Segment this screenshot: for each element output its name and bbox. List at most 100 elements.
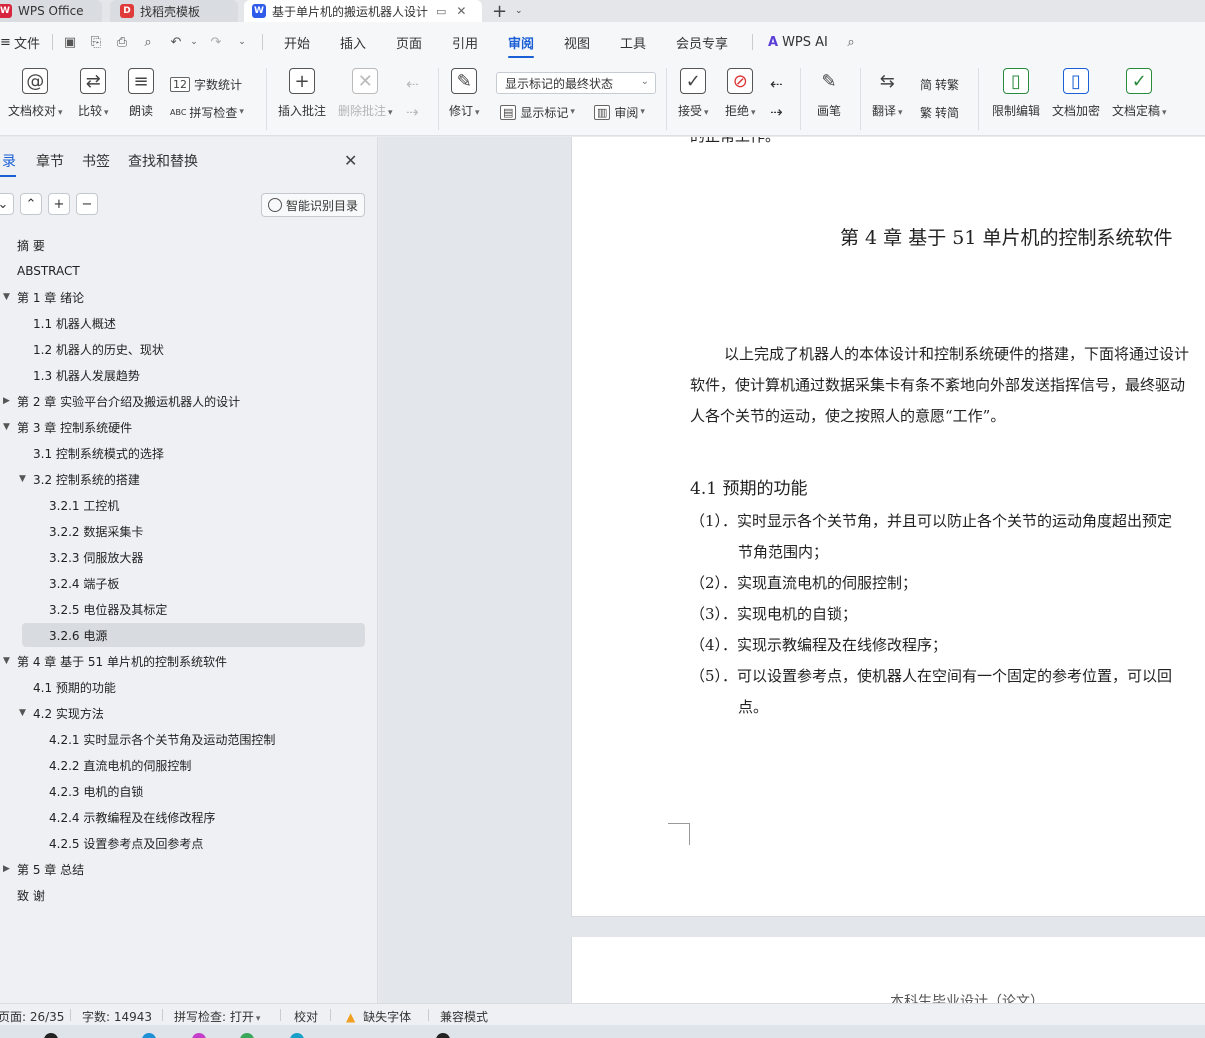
tab-chapters[interactable]: 章节 xyxy=(36,151,64,171)
toc-item[interactable]: ▼ 第 3 章 控制系统硬件 xyxy=(0,415,378,439)
caret-down-icon[interactable]: ▼ xyxy=(3,292,10,302)
reject-button[interactable]: ⊘ 拒绝 ▾ xyxy=(725,68,756,119)
doc-proof-button[interactable]: @ 文档校对 ▾ xyxy=(8,68,63,119)
missing-font-indicator[interactable]: ▲ 缺失字体 xyxy=(346,1008,411,1025)
new-tab-button[interactable]: + xyxy=(492,0,507,22)
taskbar-app-icon[interactable] xyxy=(436,1033,450,1038)
taskbar-app-icon[interactable] xyxy=(290,1033,304,1038)
hamburger-icon[interactable]: ≡ xyxy=(0,22,11,62)
toc-item[interactable]: 1.1 机器人概述 xyxy=(0,311,378,335)
menu-file[interactable]: 文件 xyxy=(14,22,40,62)
review-pane-button[interactable]: ▥ 审阅 ▾ xyxy=(594,102,645,122)
undo-icon[interactable]: ↶ xyxy=(168,34,184,50)
tab-wps-office[interactable]: W WPS Office xyxy=(0,0,102,22)
accept-button[interactable]: ✓ 接受 ▾ xyxy=(678,68,709,119)
toc-item[interactable]: 1.2 机器人的历史、现状 xyxy=(0,337,378,361)
delete-comment-button[interactable]: ✕ 删除批注 ▾ xyxy=(338,68,393,119)
toc-item[interactable]: 3.2.4 端子板 xyxy=(0,571,378,595)
chevron-down-icon[interactable]: ⌄ xyxy=(234,34,250,50)
export-icon[interactable]: ⎘ xyxy=(88,34,104,50)
to-traditional-button[interactable]: 简 转繁 xyxy=(920,74,959,94)
document-area[interactable]: 的正常工作。 第 4 章 基于 51 单片机的控制系统软件 以上完成了机器人的本… xyxy=(379,137,1205,1003)
toc-item[interactable]: 1.3 机器人发展趋势 xyxy=(0,363,378,387)
insert-comment-button[interactable]: + 插入批注 xyxy=(278,68,326,119)
toc-item[interactable]: 摘 要 xyxy=(0,233,378,257)
toc-item[interactable]: ▶ 第 2 章 实验平台介绍及搬运机器人的设计 xyxy=(0,389,378,413)
compare-button[interactable]: ⇄ 比较 ▾ xyxy=(78,68,109,119)
expand-icon[interactable]: ⌄ xyxy=(0,193,14,215)
spell-check-indicator[interactable]: 拼写检查: 打开 ▾ xyxy=(174,1008,260,1025)
redo-icon[interactable]: ↷ xyxy=(208,34,224,50)
chevron-down-icon[interactable]: ⌄ xyxy=(186,34,202,50)
show-markup-button[interactable]: ▤ 显示标记 ▾ xyxy=(500,102,575,122)
translate-button[interactable]: ⇆ 翻译 ▾ xyxy=(872,68,903,119)
close-icon[interactable]: ✕ xyxy=(344,151,357,170)
toc-item[interactable]: ABSTRACT xyxy=(0,259,378,283)
toc-item[interactable]: 致 谢 xyxy=(0,883,378,907)
toc-item[interactable]: ▼ 第 4 章 基于 51 单片机的控制系统软件 xyxy=(0,649,378,673)
doc-finalize-button[interactable]: ✓ 文档定稿 ▾ xyxy=(1112,68,1167,119)
page-indicator[interactable]: 页面: 26/35 xyxy=(0,1008,64,1025)
to-simplified-button[interactable]: 繁 转简 xyxy=(920,102,959,122)
print-icon[interactable]: ⎙ xyxy=(114,34,130,50)
toc-item[interactable]: ▼ 4.2 实现方法 xyxy=(0,701,378,725)
toc-item[interactable]: ▼ 第 1 章 绪论 xyxy=(0,285,378,309)
tab-docer[interactable]: D 找稻壳模板 xyxy=(110,0,238,22)
tab-document[interactable]: W 基于单片机的搬运机器人设计 ▭ ✕ xyxy=(244,0,482,22)
taskbar-app-icon[interactable] xyxy=(192,1033,206,1038)
menu-home[interactable]: 开始 xyxy=(284,22,310,62)
menu-page[interactable]: 页面 xyxy=(396,22,422,62)
chevron-down-icon[interactable]: ⌄ xyxy=(515,0,523,22)
smart-toc-button[interactable]: 智能识别目录 xyxy=(261,193,365,217)
tab-bookmarks[interactable]: 书签 xyxy=(82,151,110,171)
toc-item[interactable]: 3.1 控制系统模式的选择 xyxy=(0,441,378,465)
tab-find-replace[interactable]: 查找和替换 xyxy=(128,151,198,171)
toc-item[interactable]: 4.2.2 直流电机的伺服控制 xyxy=(0,753,378,777)
toc-item[interactable]: 4.1 预期的功能 xyxy=(0,675,378,699)
close-icon[interactable]: ✕ xyxy=(456,4,466,18)
track-changes-button[interactable]: ✎ 修订 ▾ xyxy=(449,68,480,119)
next-change-button[interactable]: ⇢ xyxy=(770,102,783,122)
word-count-button[interactable]: 12 字数统计 xyxy=(170,74,242,94)
prev-change-button[interactable]: ⇠ xyxy=(770,74,783,94)
read-aloud-button[interactable]: ≡ 朗读 xyxy=(128,68,154,119)
toc-item[interactable]: 3.2.5 电位器及其标定 xyxy=(0,597,378,621)
caret-right-icon[interactable]: ▶ xyxy=(3,864,10,874)
toc-item[interactable]: 3.2.1 工控机 xyxy=(0,493,378,517)
save-icon[interactable]: ▣ xyxy=(62,34,78,50)
prev-comment-button[interactable]: ⇠ xyxy=(406,74,419,94)
toc-item[interactable]: 3.2.3 伺服放大器 xyxy=(0,545,378,569)
caret-down-icon[interactable]: ▼ xyxy=(3,422,10,432)
taskbar-app-icon[interactable] xyxy=(142,1033,156,1038)
menu-insert[interactable]: 插入 xyxy=(340,22,366,62)
toc-item[interactable]: ▶ 第 5 章 总结 xyxy=(0,857,378,881)
caret-right-icon[interactable]: ▶ xyxy=(3,396,10,406)
spell-check-button[interactable]: ABC 拼写检查 ▾ xyxy=(170,102,244,122)
wps-ai-button[interactable]: A WPS AI xyxy=(768,22,828,62)
pen-button[interactable]: ✎ 画笔 xyxy=(816,68,842,119)
doc-encrypt-button[interactable]: ▯ 文档加密 xyxy=(1052,68,1100,119)
print-preview-icon[interactable]: ⌕ xyxy=(140,34,156,50)
restrict-edit-button[interactable]: ▯ 限制编辑 xyxy=(992,68,1040,119)
proof-indicator[interactable]: 校对 xyxy=(294,1008,318,1025)
toc-item[interactable]: 3.2.6 电源 xyxy=(22,623,365,647)
toc-item[interactable]: ▼ 3.2 控制系统的搭建 xyxy=(0,467,378,491)
search-icon[interactable]: ⌕ xyxy=(843,34,859,50)
menu-view[interactable]: 视图 xyxy=(564,22,590,62)
toc-item[interactable]: 4.2.5 设置参考点及回参考点 xyxy=(0,831,378,855)
word-count-indicator[interactable]: 字数: 14943 xyxy=(82,1008,152,1025)
menu-references[interactable]: 引用 xyxy=(452,22,478,62)
taskbar-app-icon[interactable] xyxy=(240,1033,254,1038)
collapse-icon[interactable]: ⌃ xyxy=(20,193,42,215)
tab-toc[interactable]: 目录 xyxy=(0,151,16,177)
markup-state-select[interactable]: 显示标记的最终状态 ⌄ xyxy=(496,72,656,94)
caret-down-icon[interactable]: ▼ xyxy=(3,656,10,666)
menu-tools[interactable]: 工具 xyxy=(620,22,646,62)
caret-down-icon[interactable]: ▼ xyxy=(19,474,26,484)
menu-member[interactable]: 会员专享 xyxy=(676,22,728,62)
menu-review[interactable]: 审阅 xyxy=(508,22,535,62)
taskbar-app-icon[interactable] xyxy=(44,1033,58,1038)
toc-item[interactable]: 4.2.3 电机的自锁 xyxy=(0,779,378,803)
toc-item[interactable]: 4.2.1 实时显示各个关节角及运动范围控制 xyxy=(0,727,378,751)
minus-icon[interactable]: − xyxy=(76,193,98,215)
